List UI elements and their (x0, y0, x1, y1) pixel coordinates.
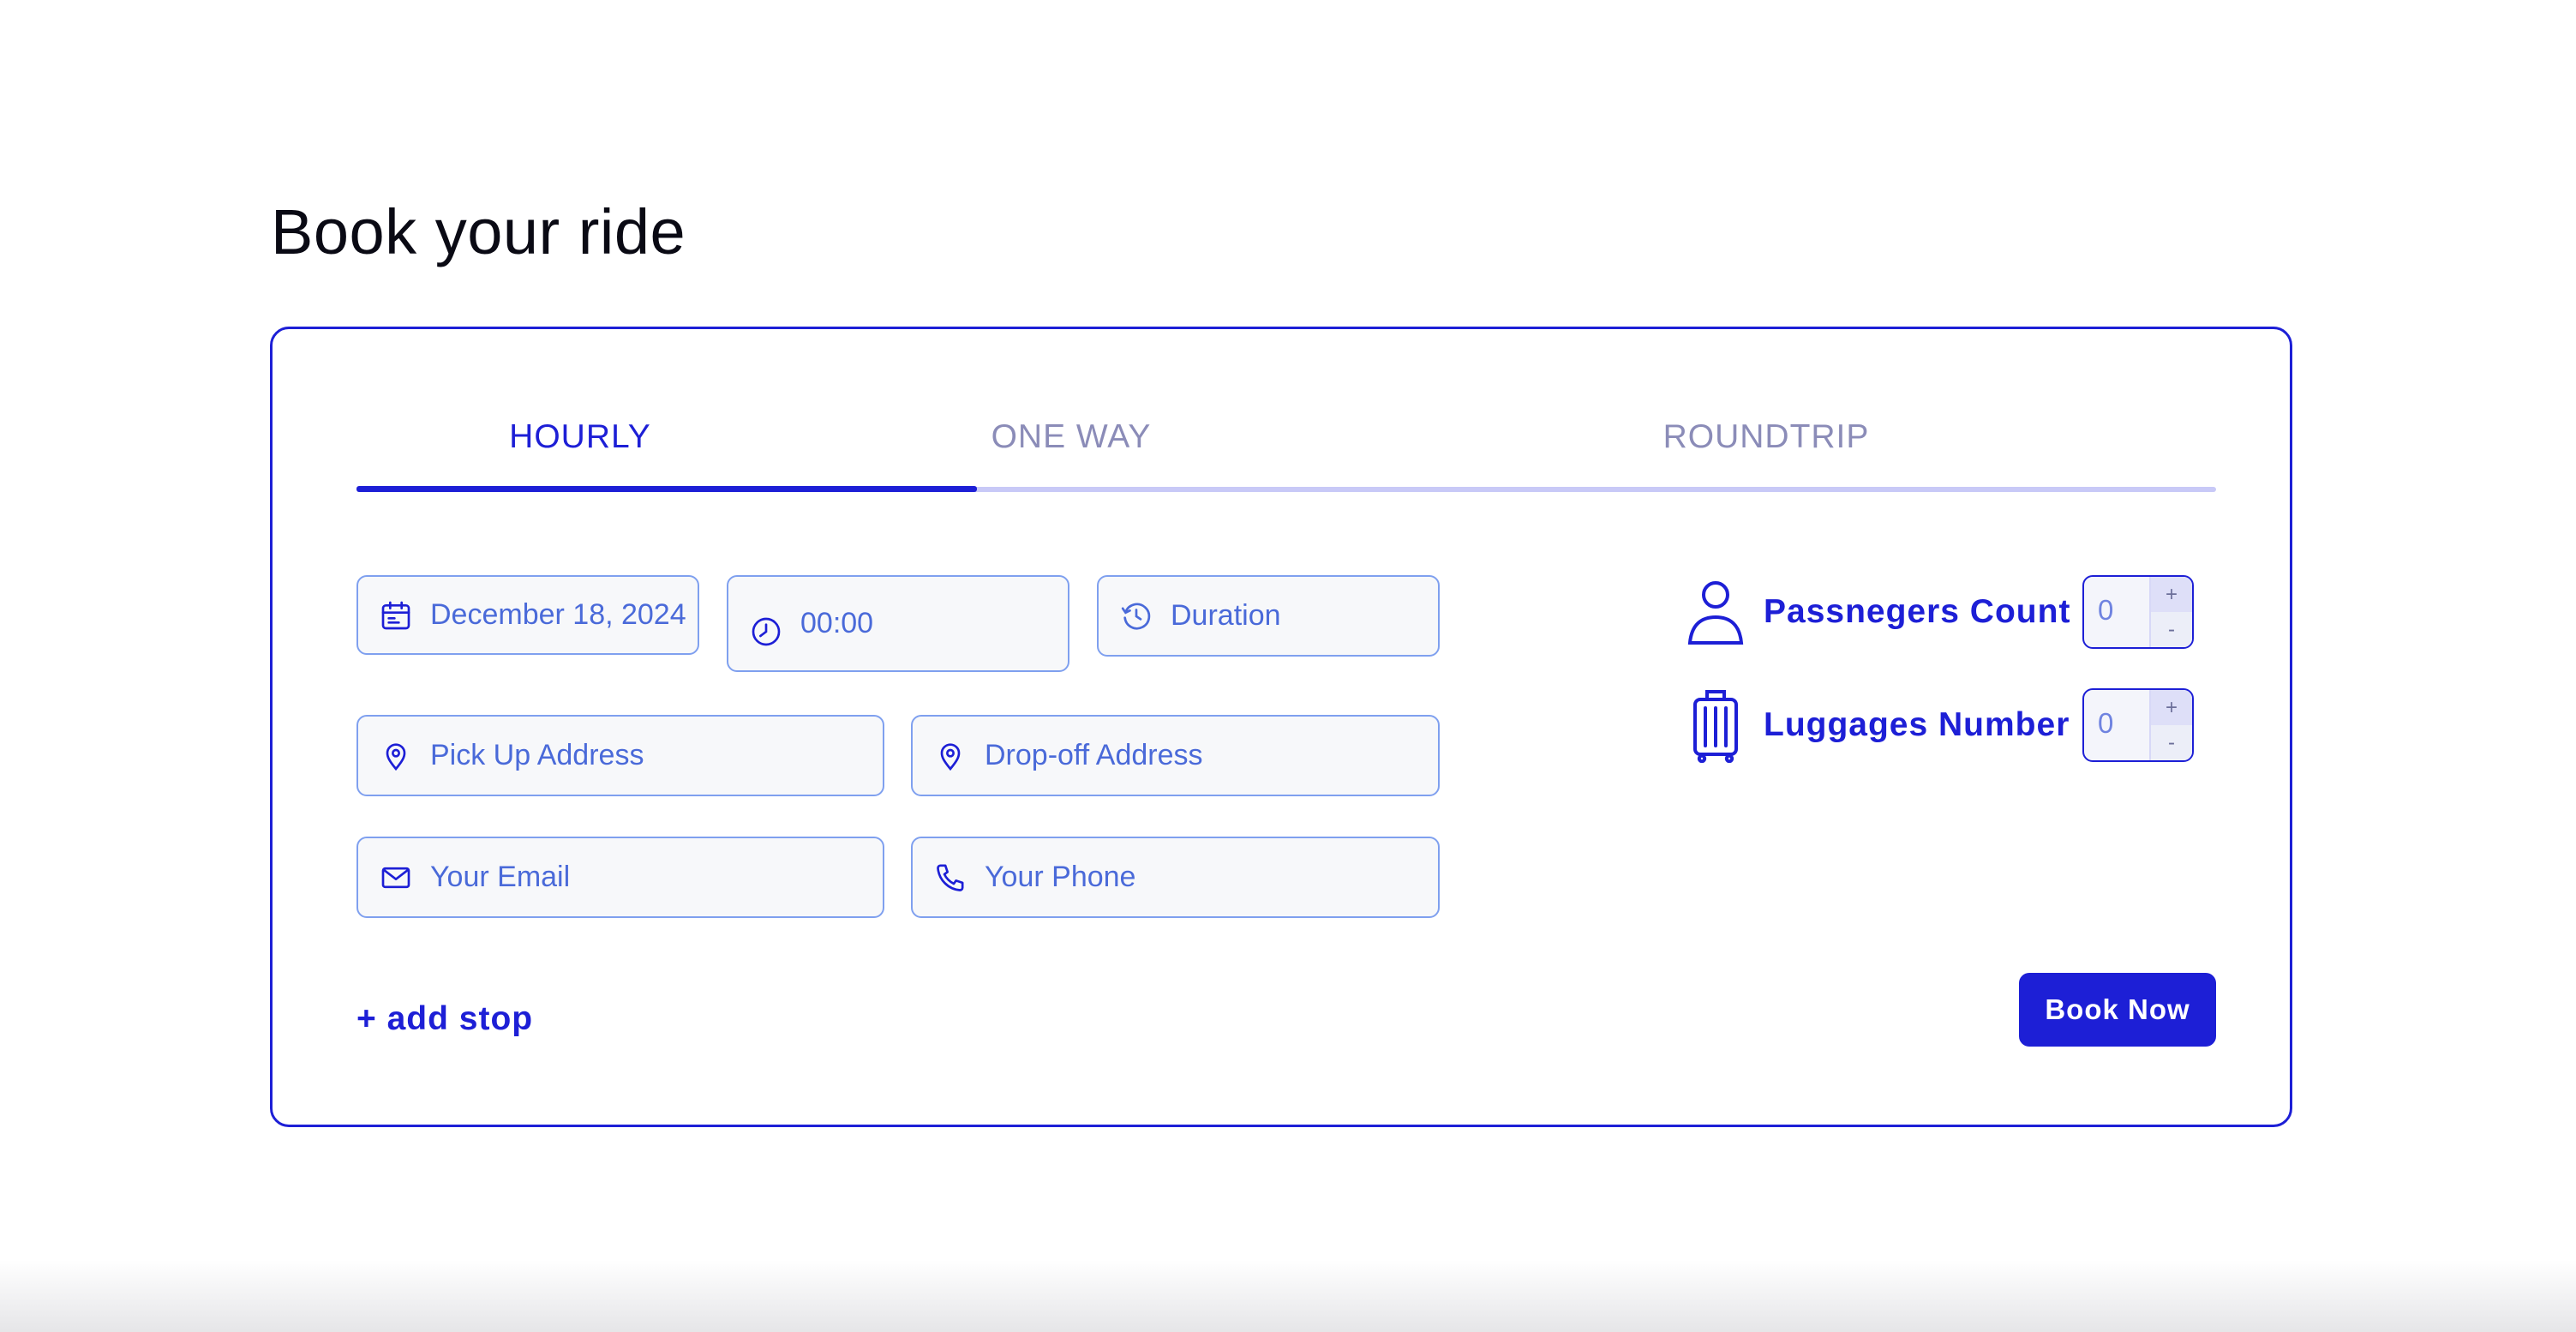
date-value: December 18, 2024 (430, 598, 686, 631)
email-placeholder: Your Email (430, 861, 571, 893)
time-value: 00:00 (800, 607, 874, 639)
duration-placeholder: Duration (1171, 599, 1281, 632)
email-field[interactable]: Your Email (356, 837, 884, 918)
location-pin-icon (933, 739, 967, 773)
tab-one-way[interactable]: ONE WAY (977, 418, 1165, 470)
passengers-stepper-buttons: + - (2149, 577, 2192, 647)
luggages-stepper[interactable]: 0 + - (2082, 688, 2194, 762)
pickup-placeholder: Pick Up Address (430, 739, 644, 771)
booking-card: HOURLY ONE WAY ROUNDTRIP December 18, 20… (270, 327, 2292, 1127)
luggages-counter: Luggages Number 0 + - (1685, 687, 2194, 763)
pickup-address-field[interactable]: Pick Up Address (356, 715, 884, 796)
phone-placeholder: Your Phone (985, 861, 1136, 893)
mail-icon (379, 861, 413, 895)
tab-hourly[interactable]: HOURLY (356, 418, 804, 470)
passengers-counter: Passnegers Count 0 + - (1685, 574, 2194, 650)
calendar-icon (379, 598, 413, 633)
dropoff-address-field[interactable]: Drop-off Address (911, 715, 1440, 796)
tab-roundtrip[interactable]: ROUNDTRIP (1642, 418, 1890, 470)
book-now-button[interactable]: Book Now (2019, 973, 2216, 1047)
phone-field[interactable]: Your Phone (911, 837, 1440, 918)
clock-icon (749, 615, 783, 649)
passengers-stepper[interactable]: 0 + - (2082, 575, 2194, 649)
add-stop-link[interactable]: + add stop (356, 1000, 533, 1038)
active-tab-indicator (356, 486, 977, 492)
duration-field[interactable]: Duration (1097, 575, 1440, 657)
luggages-decrement-button[interactable]: - (2151, 725, 2192, 760)
location-pin-icon (379, 739, 413, 773)
luggages-increment-button[interactable]: + (2151, 690, 2192, 725)
time-field[interactable]: 00:00 (727, 575, 1069, 672)
date-field[interactable]: December 18, 2024 (356, 575, 699, 655)
person-icon (1687, 581, 1744, 645)
passengers-value[interactable]: 0 (2098, 594, 2113, 627)
luggages-stepper-buttons: + - (2149, 690, 2192, 760)
ride-type-tabs: HOURLY ONE WAY ROUNDTRIP (356, 329, 2216, 496)
luggages-label: Luggages Number (1764, 706, 2070, 743)
passengers-increment-button[interactable]: + (2151, 577, 2192, 612)
suitcase-icon (1693, 690, 1738, 763)
passengers-label: Passnegers Count (1764, 593, 2071, 630)
passengers-decrement-button[interactable]: - (2151, 612, 2192, 647)
page-title: Book your ride (271, 196, 686, 267)
luggages-value[interactable]: 0 (2098, 707, 2113, 740)
dropoff-placeholder: Drop-off Address (985, 739, 1203, 771)
bottom-shadow (0, 1260, 2576, 1332)
history-icon (1119, 599, 1153, 633)
phone-icon (933, 861, 967, 895)
